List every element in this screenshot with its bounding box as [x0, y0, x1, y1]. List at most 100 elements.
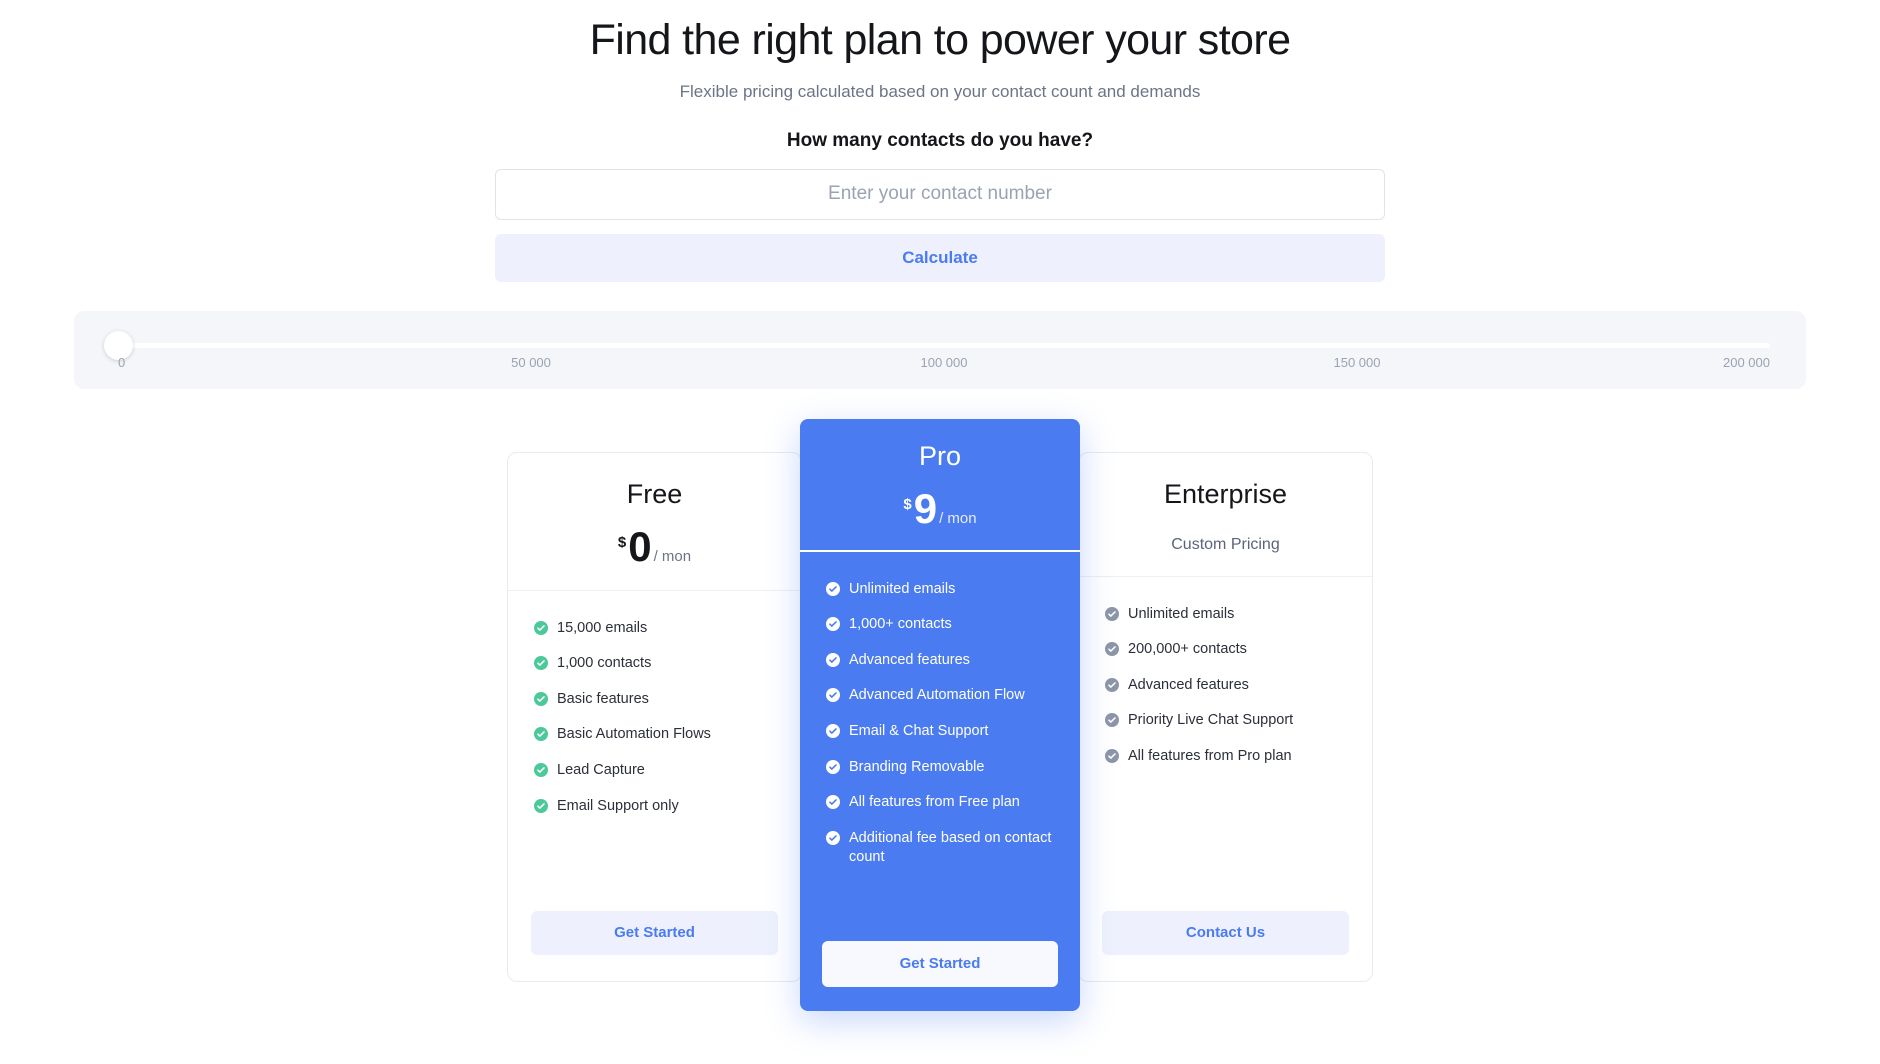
plan-header-pro: Pro $ 9 / mon [800, 419, 1080, 552]
cta-wrap-enterprise: Contact Us [1079, 901, 1372, 981]
list-item: Priority Live Chat Support [1105, 711, 1346, 731]
list-item: Lead Capture [534, 761, 785, 781]
list-item: Branding Removable [826, 758, 1054, 778]
list-item: 15,000 emails [534, 619, 785, 639]
check-circle-icon [534, 798, 548, 813]
price-period: / mon [939, 509, 977, 527]
feature-label: 1,000 contacts [557, 655, 652, 672]
feature-label: Lead Capture [557, 762, 645, 778]
list-item: 1,000 contacts [534, 654, 785, 674]
plan-price-pro: $ 9 / mon [800, 484, 1080, 532]
plan-name-pro: Pro [918, 440, 962, 471]
feature-label: Advanced features [849, 651, 970, 668]
feature-label: Basic Automation Flows [557, 726, 711, 743]
feature-label: All features from Free plan [849, 794, 1020, 811]
check-circle-icon [826, 759, 840, 774]
list-item: Email & Chat Support [826, 722, 1054, 742]
feature-label: Unlimited emails [849, 580, 956, 597]
check-circle-icon [534, 727, 548, 742]
plan-card-free[interactable]: Free $ 0 / mon 15,000 emails 1,000 conta… [507, 451, 802, 982]
hero-section: Find the right plan to power your store … [0, 0, 1880, 102]
list-item: Additional fee based on contact count [826, 829, 1054, 868]
feature-label: Basic features [557, 690, 649, 707]
check-circle-icon [826, 617, 840, 632]
price-amount: 0 [628, 522, 651, 570]
get-started-button-pro[interactable]: Get Started [822, 940, 1058, 987]
feature-list-free: 15,000 emails 1,000 contacts Basic featu… [508, 591, 801, 901]
feature-label: 200,000+ contacts [1128, 641, 1247, 658]
feature-label: Priority Live Chat Support [1128, 712, 1294, 729]
price-period: / mon [653, 547, 692, 565]
check-circle-icon [1105, 606, 1119, 621]
slider-tick-50000: 50 000 [511, 354, 551, 370]
cta-wrap-free: Get Started [508, 901, 801, 981]
check-circle-icon [826, 652, 840, 667]
check-circle-icon [826, 830, 840, 845]
list-item: All features from Pro plan [1105, 747, 1346, 767]
plan-header-enterprise: Enterprise Custom Pricing [1079, 453, 1372, 577]
custom-pricing-label: Custom Pricing [1171, 535, 1280, 553]
check-circle-icon [826, 795, 840, 810]
feature-label: Unlimited emails [1128, 605, 1235, 622]
contact-calculator: How many contacts do you have? Calculate [495, 130, 1385, 282]
feature-label: Branding Removable [849, 758, 985, 775]
list-item: Basic Automation Flows [534, 725, 785, 745]
feature-label: Additional fee based on contact count [849, 829, 1052, 866]
contact-us-button[interactable]: Contact Us [1102, 910, 1349, 955]
plan-price-free: $ 0 / mon [508, 522, 801, 570]
plan-name-free: Free [626, 478, 683, 509]
list-item: Email Support only [534, 797, 785, 817]
feature-list-pro: Unlimited emails 1,000+ contacts Advance… [800, 552, 1080, 931]
page-title: Find the right plan to power your store [589, 16, 1291, 64]
check-circle-icon [826, 724, 840, 738]
get-started-button-free[interactable]: Get Started [531, 910, 778, 955]
list-item: Advanced features [826, 651, 1054, 671]
currency-symbol: $ [903, 495, 912, 513]
slider-tick-0: 0 [118, 354, 126, 370]
plan-card-pro[interactable]: Pro $ 9 / mon Unlimited emails 1,000+ co… [800, 418, 1080, 1011]
feature-label: Advanced features [1128, 676, 1249, 693]
calculate-button[interactable]: Calculate [495, 233, 1385, 282]
currency-symbol: $ [617, 533, 627, 551]
list-item: 200,000+ contacts [1105, 640, 1346, 660]
list-item: 1,000+ contacts [826, 615, 1054, 635]
feature-label: Advanced Automation Flow [849, 687, 1025, 704]
cta-wrap-pro: Get Started [800, 931, 1080, 1011]
contact-question-label: How many contacts do you have? [786, 129, 1094, 151]
list-item: Advanced features [1105, 676, 1346, 696]
slider-track[interactable] [118, 342, 1770, 348]
price-amount: 9 [913, 484, 937, 532]
check-circle-icon [1105, 713, 1119, 728]
slider-tick-200000: 200 000 [1723, 354, 1770, 370]
check-circle-icon [1105, 749, 1119, 763]
feature-label: Email & Chat Support [849, 723, 989, 739]
contact-range-slider[interactable]: 0 50 000 100 000 150 000 200 000 [74, 310, 1806, 389]
list-item: Basic features [534, 690, 785, 710]
check-circle-icon [826, 581, 840, 596]
feature-label: All features from Pro plan [1128, 748, 1292, 764]
list-item: All features from Free plan [826, 793, 1054, 813]
check-circle-icon [534, 763, 548, 777]
list-item: Unlimited emails [1105, 605, 1346, 625]
contact-number-input[interactable] [495, 168, 1385, 220]
pricing-plans: Free $ 0 / mon 15,000 emails 1,000 conta… [475, 418, 1405, 1011]
feature-label: Email Support only [557, 797, 679, 814]
list-item: Unlimited emails [826, 580, 1054, 600]
check-circle-icon [1105, 642, 1119, 657]
feature-label: 1,000+ contacts [849, 616, 952, 633]
slider-tick-150000: 150 000 [1333, 354, 1381, 370]
list-item: Advanced Automation Flow [826, 686, 1054, 706]
slider-tick-labels: 0 50 000 100 000 150 000 200 000 [118, 355, 1770, 375]
pricing-page: Find the right plan to power your store … [0, 0, 1880, 1064]
feature-list-enterprise: Unlimited emails 200,000+ contacts Advan… [1079, 577, 1372, 901]
check-circle-icon [1105, 677, 1119, 692]
feature-label: 15,000 emails [557, 619, 648, 636]
plan-card-enterprise[interactable]: Enterprise Custom Pricing Unlimited emai… [1078, 451, 1373, 982]
plan-header-free: Free $ 0 / mon [508, 453, 801, 591]
check-circle-icon [534, 620, 548, 635]
check-circle-icon [534, 691, 548, 706]
check-circle-icon [534, 656, 548, 671]
page-subtitle: Flexible pricing calculated based on you… [679, 81, 1201, 101]
slider-tick-100000: 100 000 [920, 354, 968, 370]
check-circle-icon [826, 688, 840, 703]
